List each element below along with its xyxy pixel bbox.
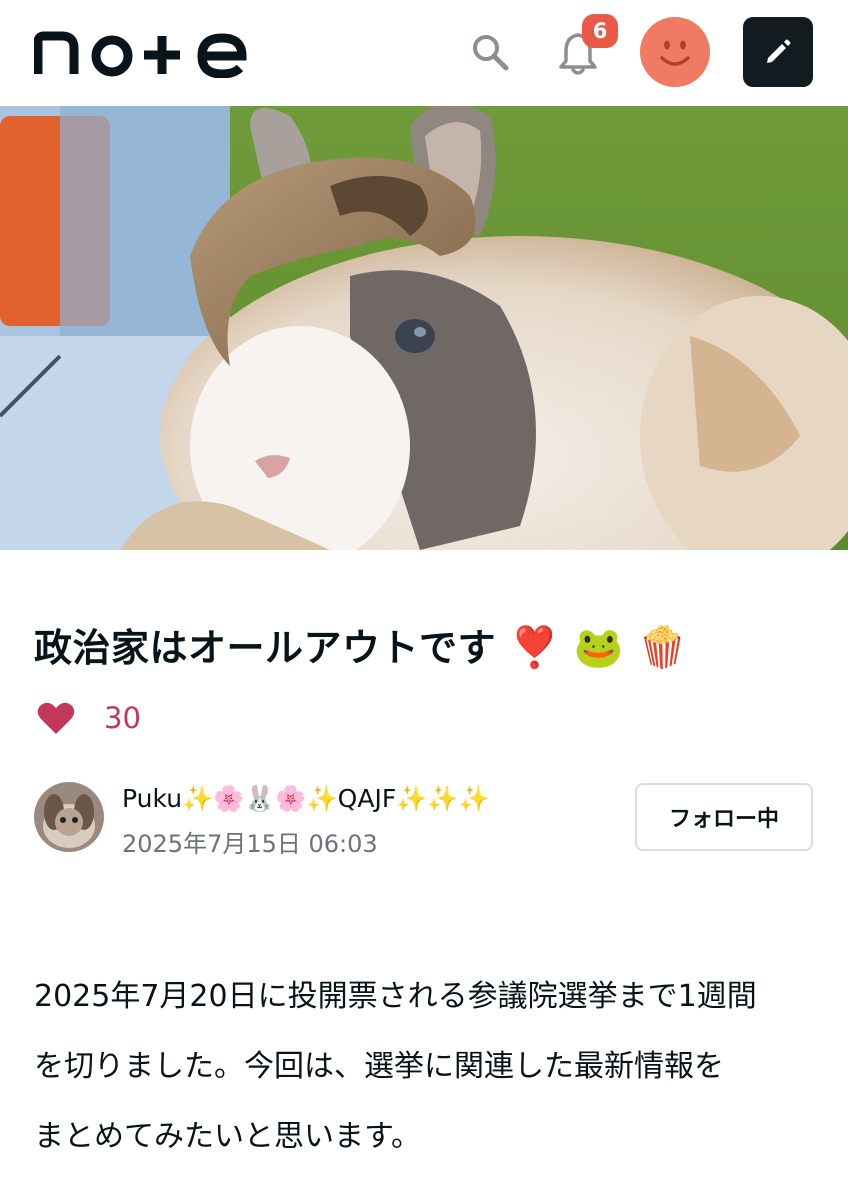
like-row: 30 [36,696,141,740]
popcorn-emoji: 🍿 [637,625,689,671]
article-title-text: 政治家はオールアウトです [34,626,497,670]
author-rabbit-photo [34,782,104,852]
frog-emoji: 🐸 [573,625,625,671]
create-post-button[interactable] [743,17,813,87]
heart-icon[interactable] [36,700,76,736]
article-body: 2025年7月20日に投開票される参議院選挙まで1週間 を切りました。今回は、選… [34,962,824,1172]
heart-exclamation-emoji: ❣️ [509,625,561,671]
article-title: 政治家はオールアウトです ❣️ 🐸 🍿 [34,618,824,678]
search-icon [473,35,509,71]
follow-button[interactable]: フォロー中 [635,783,813,851]
rabbit-photo [0,106,848,550]
author-avatar[interactable] [34,782,104,852]
author-name[interactable]: Puku✨🌸🐰🌸✨QAJF✨✨✨ [122,784,490,814]
user-avatar[interactable] [640,17,710,87]
pencil-icon [767,39,791,63]
note-logo[interactable]: note [34,26,250,78]
like-count[interactable]: 30 [104,701,141,735]
post-date: 2025年7月15日 06:03 [122,830,378,858]
notification-badge: 6 [582,14,618,48]
body-line: 2025年7月20日に投開票される参議院選挙まで1週間 [34,979,757,1014]
body-line: を切りました。今回は、選挙に関連した最新情報を [34,1049,724,1084]
body-line: まとめてみたいと思います。 [34,1119,421,1154]
smile-icon [660,40,690,66]
search-button[interactable] [466,28,514,76]
top-header: note 6 [0,0,848,106]
article-hero-image [0,106,848,550]
